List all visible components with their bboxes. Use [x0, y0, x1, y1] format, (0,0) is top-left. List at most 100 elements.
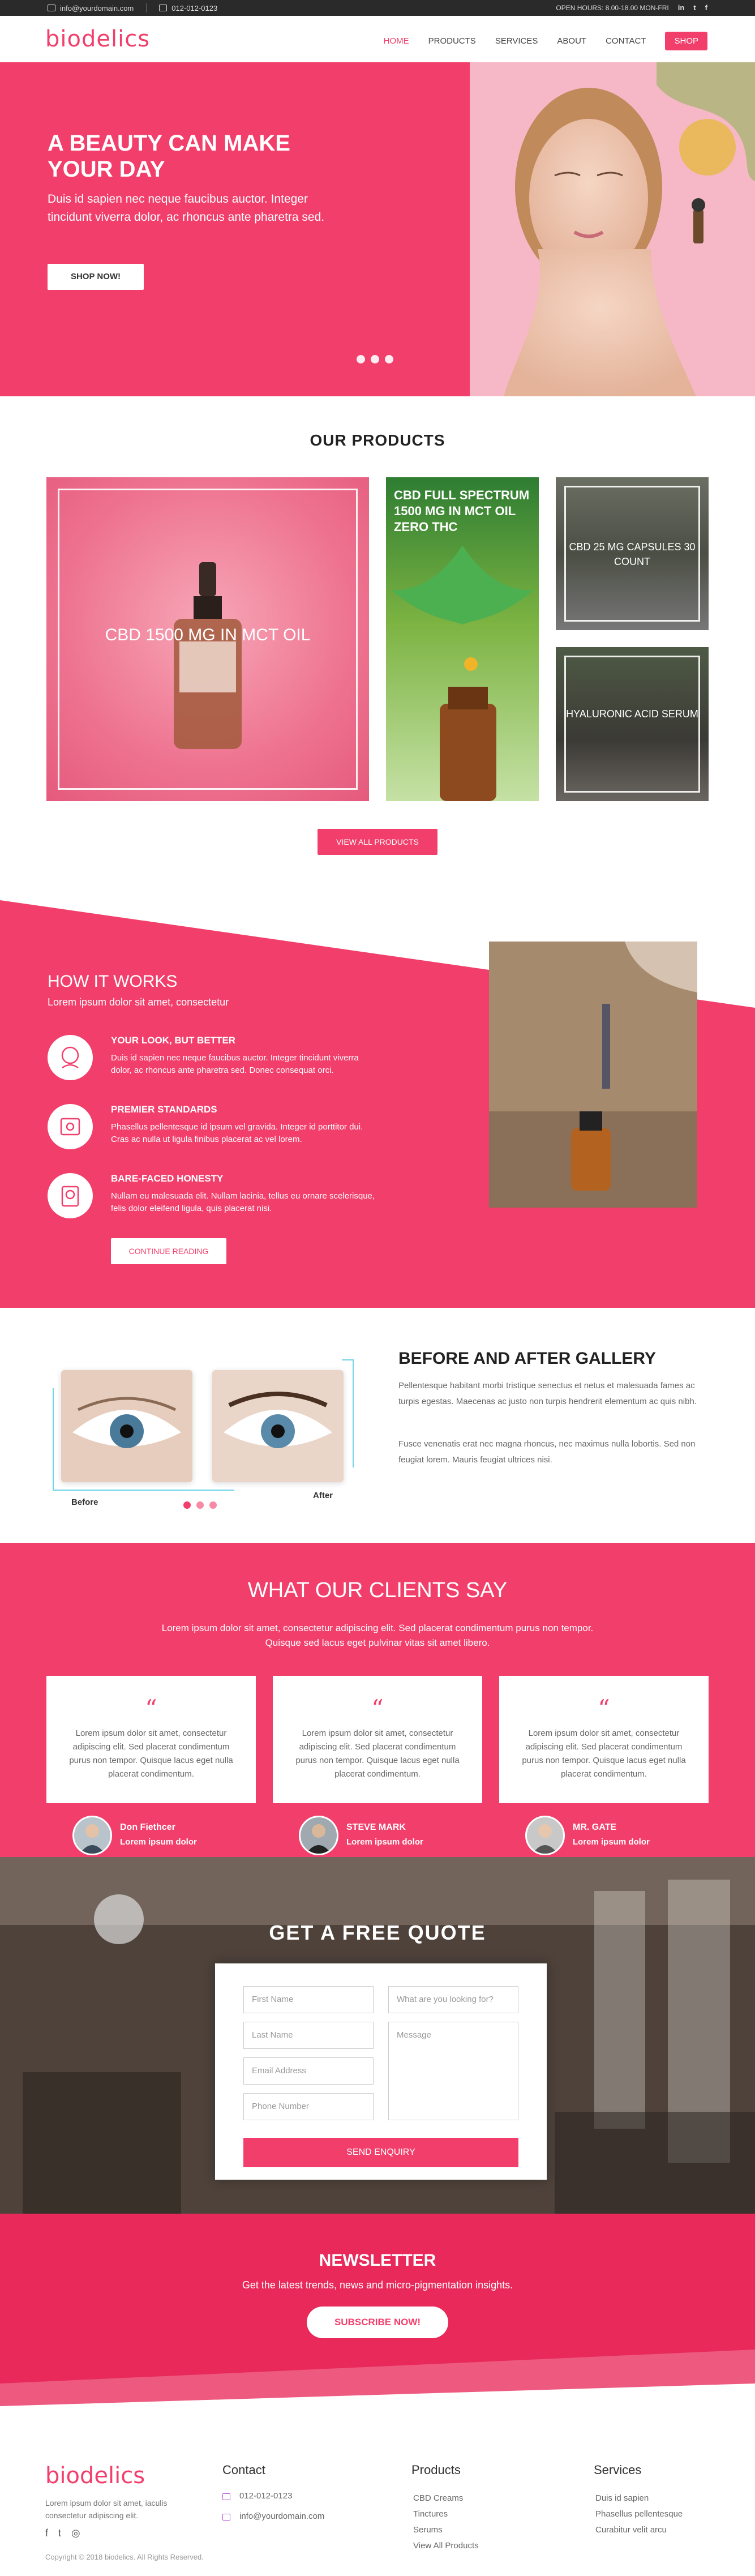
- testimonial-text: Lorem ipsum dolor sit amet, consectetur …: [295, 1728, 460, 1779]
- before-label: Before: [71, 1497, 98, 1507]
- feature-text: Nullam eu malesuada elit. Nullam lacinia…: [111, 1191, 375, 1213]
- gallery-dot[interactable]: [209, 1501, 217, 1509]
- footer-link[interactable]: View All Products: [413, 2541, 479, 2551]
- looking-for-field[interactable]: What are you looking for?: [388, 1986, 518, 2013]
- first-name-field[interactable]: First Name: [243, 1986, 374, 2013]
- testimonial-author: STEVE MARK Lorem ipsum dolor: [299, 1816, 469, 1855]
- hero-title: A BEAUTY CAN MAKE YOUR DAY: [48, 131, 290, 182]
- product-label: HYALURONIC ACID SERUM: [566, 708, 698, 720]
- slider-dot[interactable]: [357, 355, 365, 363]
- author-role: Lorem ipsum dolor: [346, 1837, 423, 1847]
- footer-email[interactable]: info@yourdomain.com: [239, 2511, 324, 2521]
- footer-social: f t ◎: [45, 2527, 80, 2539]
- slider-dots: [357, 355, 393, 363]
- testimonial-card: “ Lorem ipsum dolor sit amet, consectetu…: [499, 1676, 709, 1803]
- logo[interactable]: biodelics: [45, 26, 150, 52]
- continue-reading-button[interactable]: CONTINUE READING: [111, 1238, 226, 1264]
- newsletter-title: NEWSLETTER: [319, 2251, 436, 2270]
- gallery-title: BEFORE AND AFTER GALLERY: [398, 1349, 656, 1368]
- how-it-works-subtitle: Lorem ipsum dolor sit amet, consectetur: [48, 996, 229, 1008]
- footer-link[interactable]: Curabitur velit arcu: [595, 2525, 667, 2535]
- quote-icon: “: [145, 1694, 157, 1722]
- email-field[interactable]: Email Address: [243, 2057, 374, 2085]
- quote-icon: “: [598, 1694, 610, 1722]
- how-it-works-title: HOW IT WORKS: [48, 972, 178, 991]
- slider-dot[interactable]: [371, 355, 379, 363]
- product-card[interactable]: HYALURONIC ACID SERUM: [556, 647, 709, 801]
- topbar-phone[interactable]: 012-012-0123: [159, 4, 217, 12]
- phone-icon: [222, 2493, 230, 2500]
- footer-tagline: Lorem ipsum dolor sit amet, iaculis cons…: [45, 2498, 168, 2520]
- footer-link[interactable]: Serums: [413, 2525, 443, 2535]
- avatar: [525, 1816, 565, 1855]
- copyright: Copyright © 2018 biodelics. All Rights R…: [45, 2553, 204, 2561]
- footer-link[interactable]: CBD Creams: [413, 2493, 463, 2503]
- certificate-icon: [48, 1104, 93, 1149]
- product-card[interactable]: CBD FULL SPECTRUM 1500 MG IN MCT OIL ZER…: [386, 477, 539, 801]
- newsletter-section: NEWSLETTER Get the latest trends, news a…: [0, 2214, 755, 2424]
- topbar-email[interactable]: info@yourdomain.com: [48, 4, 134, 12]
- shop-button[interactable]: SHOP: [665, 32, 707, 50]
- feature-item: YOUR LOOK, BUT BETTER Duis id sapien nec…: [48, 1035, 376, 1097]
- phone-icon: [159, 5, 168, 11]
- shop-now-button[interactable]: SHOP NOW!: [48, 264, 144, 290]
- hero-text: Duis id sapien nec neque faucibus auctor…: [48, 192, 325, 224]
- author-role: Lorem ipsum dolor: [120, 1837, 197, 1847]
- feature-text: Duis id sapien nec neque faucibus auctor…: [111, 1053, 359, 1075]
- products-heading: Products: [411, 2463, 461, 2477]
- footer-phone[interactable]: 012-012-0123: [239, 2491, 292, 2501]
- hero-banner: A BEAUTY CAN MAKE YOUR DAY Duis id sapie…: [0, 62, 755, 396]
- twitter-icon[interactable]: t: [693, 3, 696, 12]
- before-image: [61, 1370, 192, 1482]
- last-name-field[interactable]: Last Name: [243, 2022, 374, 2049]
- nav-products[interactable]: PRODUCTS: [428, 36, 476, 46]
- subscribe-button[interactable]: SUBSCRIBE NOW!: [307, 2307, 448, 2338]
- site-footer: biodelics Lorem ipsum dolor sit amet, ia…: [0, 2424, 755, 2576]
- product-card[interactable]: CBD 25 MG CAPSULES 30 COUNT: [556, 477, 709, 630]
- view-all-products-button[interactable]: VIEW ALL PRODUCTS: [318, 829, 437, 855]
- footer-logo[interactable]: biodelics: [45, 2463, 145, 2489]
- gallery-dot[interactable]: [196, 1501, 204, 1509]
- products-title: OUR PRODUCTS: [310, 431, 445, 449]
- quote-form: First Name Last Name Email Address Phone…: [215, 1963, 547, 2180]
- twitter-icon[interactable]: t: [58, 2527, 61, 2539]
- footer-link[interactable]: Tinctures: [413, 2509, 448, 2519]
- product-card[interactable]: CBD 1500 MG IN MCT OIL: [46, 477, 369, 801]
- product-label: CBD 25 MG CAPSULES 30 COUNT: [569, 541, 696, 567]
- feature-title: PREMIER STANDARDS: [111, 1104, 217, 1115]
- author-name: STEVE MARK: [346, 1822, 406, 1832]
- avatar: [299, 1816, 338, 1855]
- feature-text: Phasellus pellentesque id ipsum vel grav…: [111, 1122, 363, 1144]
- services-heading: Services: [594, 2463, 642, 2477]
- instagram-icon[interactable]: ◎: [71, 2527, 80, 2539]
- gallery-dots: [183, 1501, 217, 1509]
- phone-field[interactable]: Phone Number: [243, 2093, 374, 2120]
- gallery-dot[interactable]: [183, 1501, 191, 1509]
- main-nav: HOME PRODUCTS SERVICES ABOUT CONTACT SHO…: [384, 32, 707, 50]
- feature-item: BARE-FACED HONESTY Nullam eu malesuada e…: [48, 1173, 376, 1235]
- nav-contact[interactable]: CONTACT: [606, 36, 646, 46]
- site-header: biodelics HOME PRODUCTS SERVICES ABOUT C…: [0, 16, 755, 62]
- testimonials-subtitle: Lorem ipsum dolor sit amet, consectetur …: [161, 1623, 594, 1648]
- author-name: Don Fiethcer: [120, 1822, 175, 1832]
- facebook-icon[interactable]: f: [705, 3, 707, 12]
- quote-section: GET A FREE QUOTE First Name Last Name Em…: [0, 1857, 755, 2214]
- message-field[interactable]: Message: [388, 2022, 518, 2120]
- nav-about[interactable]: ABOUT: [557, 36, 586, 46]
- testimonials-section: WHAT OUR CLIENTS SAY Lorem ipsum dolor s…: [0, 1543, 755, 1857]
- feature-item: PREMIER STANDARDS Phasellus pellentesque…: [48, 1104, 376, 1166]
- facebook-icon[interactable]: f: [45, 2527, 48, 2539]
- footer-link[interactable]: Phasellus pellentesque: [595, 2509, 683, 2519]
- newsletter-text: Get the latest trends, news and micro-pi…: [242, 2279, 513, 2291]
- slider-dot[interactable]: [385, 355, 393, 363]
- nav-home[interactable]: HOME: [384, 36, 409, 46]
- testimonial-text: Lorem ipsum dolor sit amet, consectetur …: [522, 1728, 686, 1779]
- author-role: Lorem ipsum dolor: [573, 1837, 650, 1847]
- product-label: CBD 1500 MG IN MCT OIL: [105, 626, 311, 644]
- send-enquiry-button[interactable]: SEND ENQUIRY: [243, 2138, 518, 2167]
- avatar: [72, 1816, 112, 1855]
- author-name: MR. GATE: [573, 1822, 617, 1832]
- linkedin-icon[interactable]: in: [678, 3, 685, 12]
- footer-link[interactable]: Duis id sapien: [595, 2493, 649, 2503]
- nav-services[interactable]: SERVICES: [495, 36, 538, 46]
